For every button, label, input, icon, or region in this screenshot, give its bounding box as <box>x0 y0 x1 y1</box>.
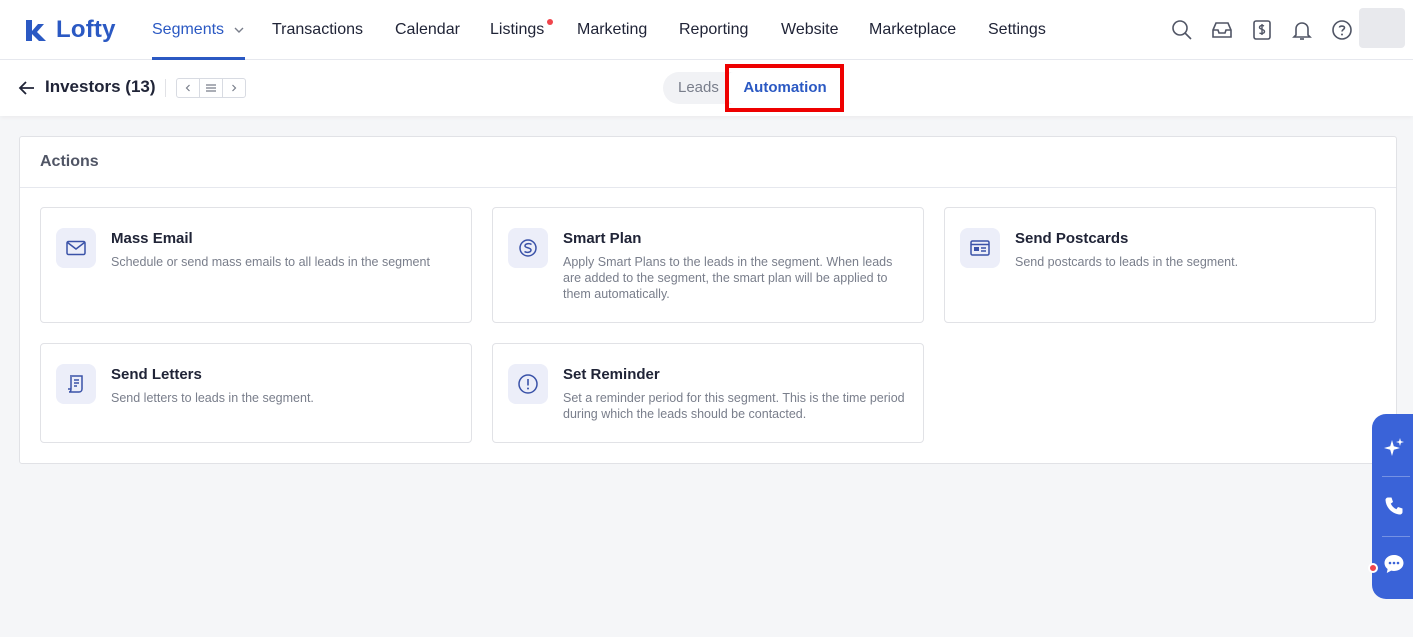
nav-label: Calendar <box>395 21 460 38</box>
postcard-icon <box>970 240 990 256</box>
menu-icon <box>206 84 216 92</box>
ai-assistant-button[interactable] <box>1372 420 1413 476</box>
sparkle-icon <box>1384 438 1404 456</box>
nav-item-marketplace[interactable]: Marketplace <box>869 0 956 60</box>
nav-item-calendar[interactable]: Calendar <box>395 0 460 60</box>
card-title: Mass Email <box>111 230 193 247</box>
nav-label: Marketing <box>577 21 648 38</box>
action-card-send-letters[interactable]: Send Letters Send letters to leads in th… <box>40 343 472 443</box>
avatar[interactable] <box>1359 8 1405 48</box>
chat-icon <box>1384 555 1404 573</box>
action-card-set-reminder[interactable]: Set Reminder Set a reminder period for t… <box>492 343 924 443</box>
notification-dot <box>1368 563 1378 573</box>
page-title: Investors (13) <box>45 77 156 96</box>
action-card-smart-plan[interactable]: Smart Plan Apply Smart Plans to the lead… <box>492 207 924 323</box>
billing-icon[interactable] <box>1250 18 1274 42</box>
divider <box>1382 476 1410 477</box>
card-description: Send letters to leads in the segment. <box>111 391 314 405</box>
nav-item-website[interactable]: Website <box>781 0 839 60</box>
segment-pager <box>176 78 246 98</box>
phone-icon <box>1385 497 1403 515</box>
letter-icon <box>68 375 83 393</box>
smart-plan-icon <box>519 239 537 257</box>
chevron-right-icon <box>232 84 237 92</box>
reminder-icon <box>518 374 538 394</box>
nav-label: Listings <box>490 21 545 38</box>
tab-leads[interactable]: Leads <box>678 72 719 104</box>
actions-panel: Actions Mass Email Schedule or send mass… <box>19 136 1397 464</box>
card-title: Send Postcards <box>1015 230 1129 247</box>
action-card-send-postcards[interactable]: Send Postcards Send postcards to leads i… <box>944 207 1376 323</box>
card-icon-wrap <box>56 364 96 404</box>
inbox-icon[interactable] <box>1210 18 1234 42</box>
lofty-logo-icon <box>26 20 46 41</box>
nav-item-listings[interactable]: Listings <box>490 0 544 60</box>
action-card-mass-email[interactable]: Mass Email Schedule or send mass emails … <box>40 207 472 323</box>
divider <box>165 79 166 97</box>
chevron-down-icon <box>234 27 243 33</box>
chevron-left-icon <box>185 84 190 92</box>
segment-header: Investors (13) Leads Automation <box>0 60 1413 116</box>
assistant-dock <box>1372 414 1413 599</box>
nav-item-segments[interactable]: Segments <box>152 0 245 60</box>
view-tabs: Leads Automation <box>663 72 843 104</box>
tab-automation[interactable]: Automation <box>729 72 841 104</box>
nav-label: Segments <box>152 21 225 38</box>
mail-icon <box>66 240 86 256</box>
segment-list-button[interactable] <box>199 79 222 97</box>
card-title: Send Letters <box>111 366 202 383</box>
next-segment-button[interactable] <box>222 79 245 97</box>
card-description: Send postcards to leads in the segment. <box>1015 255 1239 269</box>
nav-label: Transactions <box>272 21 363 38</box>
phone-button[interactable] <box>1372 478 1413 534</box>
card-icon-wrap <box>508 228 548 268</box>
section-title: Actions <box>40 153 99 170</box>
card-icon-wrap <box>960 228 1000 268</box>
help-icon[interactable] <box>1330 18 1354 42</box>
card-description: Set a reminder period for this segment. … <box>563 391 905 421</box>
divider <box>20 187 1396 188</box>
brand-name: Lofty <box>56 16 116 43</box>
nav-item-settings[interactable]: Settings <box>988 0 1046 60</box>
card-description: Apply Smart Plans to the leads in the se… <box>563 255 893 301</box>
chat-button[interactable] <box>1372 536 1413 592</box>
nav-label: Marketplace <box>869 21 957 38</box>
card-title: Set Reminder <box>563 366 660 383</box>
back-arrow-icon[interactable] <box>17 78 37 98</box>
nav-item-transactions[interactable]: Transactions <box>272 0 363 60</box>
card-icon-wrap <box>56 228 96 268</box>
notification-dot <box>547 19 553 25</box>
card-description: Schedule or send mass emails to all lead… <box>111 255 430 269</box>
previous-segment-button[interactable] <box>177 79 199 97</box>
nav-item-marketing[interactable]: Marketing <box>577 0 647 60</box>
nav-label: Website <box>781 21 839 38</box>
brand-logo[interactable]: Lofty <box>24 16 116 44</box>
card-title: Smart Plan <box>563 230 642 247</box>
top-navigation: Lofty Segments Transactions Calendar Lis… <box>0 0 1413 60</box>
nav-label: Settings <box>988 21 1046 38</box>
card-icon-wrap <box>508 364 548 404</box>
bell-icon[interactable] <box>1290 18 1314 42</box>
search-icon[interactable] <box>1170 18 1194 42</box>
nav-item-reporting[interactable]: Reporting <box>679 0 748 60</box>
nav-label: Reporting <box>679 21 749 38</box>
